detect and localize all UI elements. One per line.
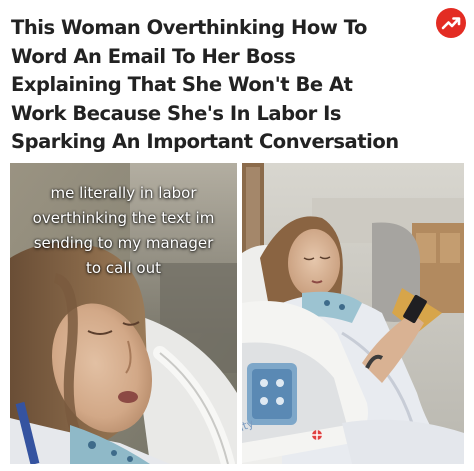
article-headline[interactable]: This Woman Overthinking How To Word An E… [11, 14, 431, 157]
headline-line: Explaining That She Won't Be At [11, 73, 353, 96]
headline-line: Sparking An Important Conversation [11, 130, 399, 153]
caption-line: me literally in labor [50, 184, 197, 202]
trending-badge[interactable] [436, 8, 466, 38]
headline-line: Work Because She's In Labor Is [11, 101, 342, 125]
trending-arrow-icon [441, 17, 461, 30]
video-caption: me literally in labor overthinking the t… [10, 181, 237, 281]
woman-holding-phone-image: ssity [242, 163, 464, 464]
right-photo[interactable]: ssity [242, 163, 464, 464]
headline-line: This Woman Overthinking How To [11, 16, 367, 39]
caption-line: overthinking the text im [32, 209, 215, 227]
article-card: This Woman Overthinking How To Word An E… [0, 0, 474, 471]
headline-line: Word An Email To Her Boss [11, 44, 296, 68]
left-photo[interactable]: me literally in labor overthinking the t… [10, 163, 237, 464]
caption-line: to call out [86, 259, 161, 277]
caption-line: sending to my manager [33, 234, 214, 252]
